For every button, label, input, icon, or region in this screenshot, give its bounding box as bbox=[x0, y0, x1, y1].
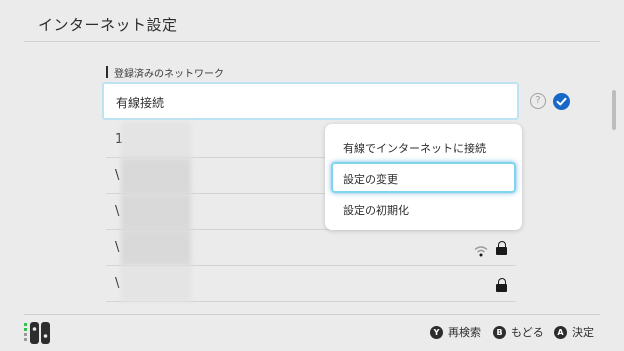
section-label: 登録済みのネットワーク bbox=[114, 69, 224, 80]
network-row-wired[interactable]: 有線接続 bbox=[102, 82, 519, 120]
y-button-icon: Y bbox=[430, 325, 443, 339]
check-icon bbox=[553, 93, 570, 110]
wifi-icon bbox=[474, 242, 488, 261]
network-row[interactable]: \ bbox=[106, 230, 516, 266]
b-button-icon: B bbox=[493, 325, 506, 339]
hint-label: 決定 bbox=[572, 326, 594, 339]
hint-label: もどる bbox=[511, 326, 544, 339]
section-marker bbox=[106, 66, 108, 78]
redacted-name bbox=[121, 122, 191, 158]
context-menu: 有線でインターネットに接続 設定の変更 設定の初期化 bbox=[325, 124, 522, 230]
joycon-icon bbox=[24, 321, 54, 345]
a-button-icon: A bbox=[554, 325, 567, 339]
redacted-name bbox=[121, 194, 191, 230]
redacted-name bbox=[121, 158, 191, 194]
network-row-initial: \ bbox=[115, 276, 120, 291]
network-row-label: 有線接続 bbox=[116, 96, 165, 110]
network-row-initial: \ bbox=[115, 168, 120, 183]
help-icon[interactable]: ? bbox=[530, 93, 546, 109]
menu-item-label: 設定の変更 bbox=[343, 173, 398, 186]
menu-item-reset-settings[interactable]: 設定の初期化 bbox=[343, 202, 409, 218]
hint-back[interactable]: B もどる bbox=[493, 324, 544, 340]
redacted-name bbox=[121, 230, 191, 266]
footer-divider bbox=[24, 314, 600, 315]
network-row[interactable]: \ bbox=[106, 266, 516, 302]
scrollbar-thumb[interactable] bbox=[612, 90, 616, 130]
hint-confirm[interactable]: A 決定 bbox=[554, 324, 594, 340]
lock-icon bbox=[496, 278, 507, 292]
hint-label: 再検索 bbox=[448, 326, 481, 339]
network-row-initial: \ bbox=[115, 240, 120, 255]
redacted-name bbox=[121, 266, 191, 302]
header-divider bbox=[24, 41, 600, 42]
lock-icon bbox=[496, 241, 507, 255]
network-row-initial: \ bbox=[115, 204, 120, 219]
page-title: インターネット設定 bbox=[38, 16, 178, 34]
hint-rescan[interactable]: Y 再検索 bbox=[430, 324, 481, 340]
menu-item-change-settings[interactable]: 設定の変更 bbox=[331, 162, 516, 193]
menu-item-connect[interactable]: 有線でインターネットに接続 bbox=[343, 140, 486, 156]
